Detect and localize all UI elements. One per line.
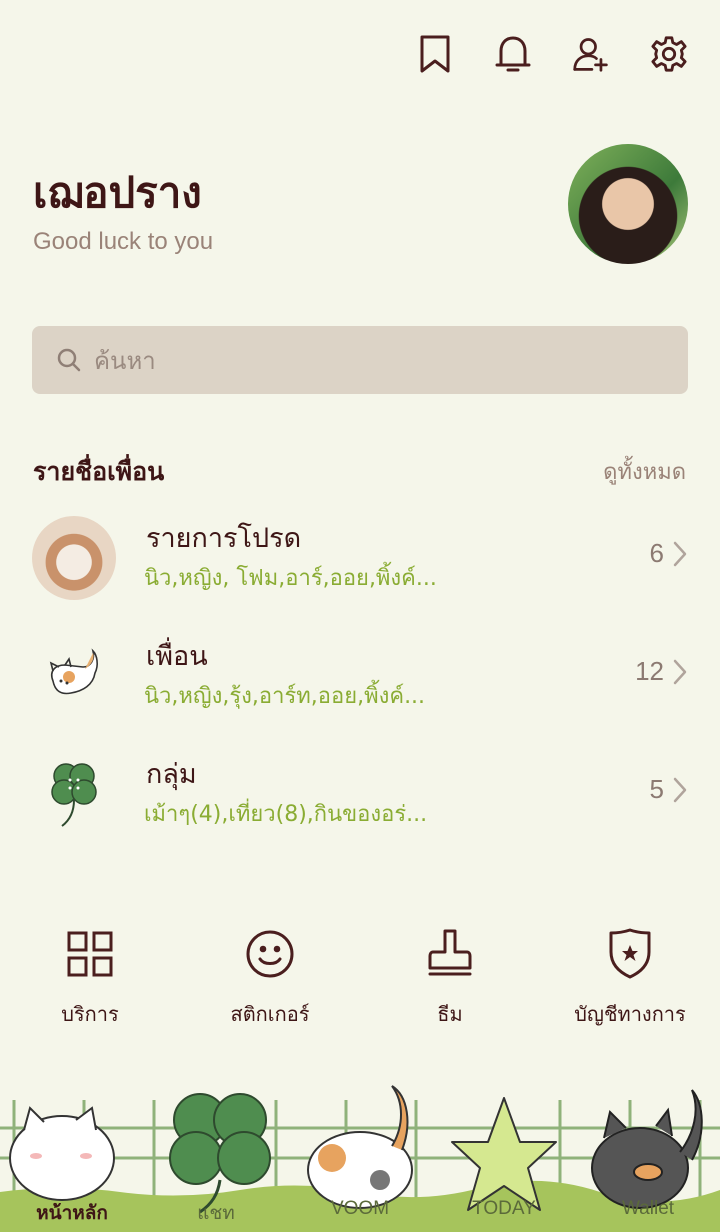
- list-item-friends[interactable]: เพื่อน นิว,หญิง,รุ้ง,อาร์ท,ออย,พิ้งค์...…: [32, 630, 688, 720]
- list-item-count: 5: [649, 774, 664, 804]
- see-all-link[interactable]: ดูทั้งหมด: [603, 454, 686, 489]
- shield-star-icon: [607, 924, 653, 984]
- bell-icon[interactable]: [494, 30, 532, 78]
- bookmark-icon[interactable]: [416, 30, 454, 78]
- search-input[interactable]: ค้นหา: [32, 326, 688, 394]
- list-item-favorites[interactable]: รายการโปรด นิว,หญิง, โฟม,อาร์,ออย,พิ้งค์…: [32, 512, 688, 602]
- list-item-subtitle: นิว,หญิง,รุ้ง,อาร์ท,ออย,พิ้งค์...: [144, 684, 426, 709]
- avatar[interactable]: [568, 144, 688, 264]
- smiley-icon: [244, 924, 296, 984]
- list-item-title: รายการโปรด: [146, 523, 302, 554]
- clover-icon: [32, 752, 116, 836]
- chevron-right-icon: [672, 658, 688, 686]
- add-friend-icon[interactable]: [572, 30, 610, 78]
- tab-list: หน้าหลัก แชท VOOM TODAY Wallet: [0, 1198, 720, 1228]
- list-item-subtitle: เม้าๆ(4),เที่ยว(8),กินของอร่...: [144, 802, 428, 827]
- gear-icon[interactable]: [650, 30, 688, 78]
- shortcut-themes[interactable]: ธีม: [360, 924, 540, 1030]
- list-item-count: 6: [649, 538, 664, 568]
- tab-home[interactable]: หน้าหลัก: [0, 1198, 144, 1228]
- cat-sticker-icon: [32, 634, 116, 718]
- shortcut-label: บัญชีทางการ: [574, 1002, 686, 1026]
- list-item-title: กลุ่ม: [146, 759, 197, 790]
- list-item-count: 12: [635, 656, 664, 686]
- grid-icon: [66, 924, 114, 984]
- shortcut-label: สติกเกอร์: [230, 1002, 310, 1026]
- shortcut-official-accounts[interactable]: บัญชีทางการ: [540, 924, 720, 1030]
- chevron-right-icon: [672, 540, 688, 568]
- shortcut-bar: บริการ สติกเกอร์ ธีม บัญชีทางการ: [0, 924, 720, 1030]
- tab-wallet[interactable]: Wallet: [576, 1198, 720, 1228]
- header-icons: [416, 30, 688, 78]
- list-item-groups[interactable]: กลุ่ม เม้าๆ(4),เที่ยว(8),กินของอร่... 5: [32, 748, 688, 838]
- tab-today[interactable]: TODAY: [432, 1198, 576, 1228]
- friends-section-title: รายชื่อเพื่อน: [33, 457, 165, 486]
- list-item-subtitle: นิว,หญิง, โฟม,อาร์,ออย,พิ้งค์...: [144, 566, 437, 591]
- tab-voom[interactable]: VOOM: [288, 1198, 432, 1228]
- tab-chats[interactable]: แชท: [144, 1198, 288, 1228]
- profile-status-message[interactable]: Good luck to you: [33, 228, 213, 256]
- shortcut-services[interactable]: บริการ: [0, 924, 180, 1030]
- search-placeholder: ค้นหา: [94, 346, 156, 375]
- shortcut-stickers[interactable]: สติกเกอร์: [180, 924, 360, 1030]
- cat-avatar: [32, 516, 116, 600]
- profile-name[interactable]: เฌอปราง: [33, 160, 202, 226]
- chevron-right-icon: [672, 776, 688, 804]
- shortcut-label: ธีม: [437, 1002, 463, 1026]
- brush-icon: [427, 924, 473, 984]
- shortcut-label: บริการ: [61, 1002, 119, 1026]
- bottom-tab-bar: หน้าหลัก แชท VOOM TODAY Wallet: [0, 1080, 720, 1232]
- search-icon: [57, 348, 81, 372]
- list-item-title: เพื่อน: [146, 641, 208, 672]
